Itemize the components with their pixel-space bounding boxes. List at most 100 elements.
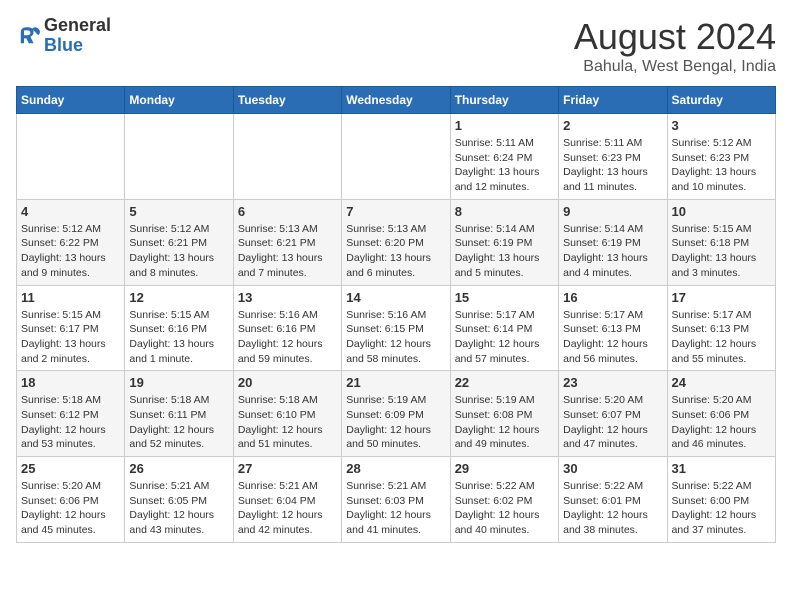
day-info: Sunrise: 5:17 AM Sunset: 6:13 PM Dayligh… xyxy=(672,308,771,367)
day-number: 12 xyxy=(129,290,228,305)
title-block: August 2024 Bahula, West Bengal, India xyxy=(574,16,776,76)
day-of-week-header: Wednesday xyxy=(342,87,450,114)
day-info: Sunrise: 5:11 AM Sunset: 6:23 PM Dayligh… xyxy=(563,136,662,195)
logo-icon xyxy=(16,24,40,48)
day-info: Sunrise: 5:20 AM Sunset: 6:07 PM Dayligh… xyxy=(563,393,662,452)
calendar-day-cell: 22 Sunrise: 5:19 AM Sunset: 6:08 PM Dayli… xyxy=(450,371,558,457)
day-info: Sunrise: 5:19 AM Sunset: 6:09 PM Dayligh… xyxy=(346,393,445,452)
day-number: 2 xyxy=(563,118,662,133)
day-info: Sunrise: 5:12 AM Sunset: 6:21 PM Dayligh… xyxy=(129,222,228,281)
day-number: 29 xyxy=(455,461,554,476)
calendar-day-cell: 26 Sunrise: 5:21 AM Sunset: 6:05 PM Dayli… xyxy=(125,457,233,543)
calendar-header-row: SundayMondayTuesdayWednesdayThursdayFrid… xyxy=(17,87,776,114)
calendar-day-cell: 25 Sunrise: 5:20 AM Sunset: 6:06 PM Dayli… xyxy=(17,457,125,543)
day-of-week-header: Friday xyxy=(559,87,667,114)
day-number: 28 xyxy=(346,461,445,476)
calendar-day-cell: 2 Sunrise: 5:11 AM Sunset: 6:23 PM Daylig… xyxy=(559,114,667,200)
day-number: 23 xyxy=(563,375,662,390)
day-number: 4 xyxy=(21,204,120,219)
calendar-day-cell: 12 Sunrise: 5:15 AM Sunset: 6:16 PM Dayli… xyxy=(125,285,233,371)
calendar-day-cell: 28 Sunrise: 5:21 AM Sunset: 6:03 PM Dayli… xyxy=(342,457,450,543)
page-header: General Blue August 2024 Bahula, West Be… xyxy=(16,16,776,76)
calendar-day-cell: 16 Sunrise: 5:17 AM Sunset: 6:13 PM Dayli… xyxy=(559,285,667,371)
day-info: Sunrise: 5:19 AM Sunset: 6:08 PM Dayligh… xyxy=(455,393,554,452)
calendar-week-row: 1 Sunrise: 5:11 AM Sunset: 6:24 PM Daylig… xyxy=(17,114,776,200)
day-number: 1 xyxy=(455,118,554,133)
day-number: 22 xyxy=(455,375,554,390)
day-info: Sunrise: 5:15 AM Sunset: 6:17 PM Dayligh… xyxy=(21,308,120,367)
day-info: Sunrise: 5:20 AM Sunset: 6:06 PM Dayligh… xyxy=(672,393,771,452)
day-info: Sunrise: 5:22 AM Sunset: 6:02 PM Dayligh… xyxy=(455,479,554,538)
calendar-day-cell xyxy=(125,114,233,200)
day-of-week-header: Saturday xyxy=(667,87,775,114)
calendar-day-cell: 1 Sunrise: 5:11 AM Sunset: 6:24 PM Daylig… xyxy=(450,114,558,200)
day-of-week-header: Sunday xyxy=(17,87,125,114)
day-info: Sunrise: 5:14 AM Sunset: 6:19 PM Dayligh… xyxy=(455,222,554,281)
month-title: August 2024 xyxy=(574,16,776,58)
day-number: 21 xyxy=(346,375,445,390)
location-subtitle: Bahula, West Bengal, India xyxy=(574,58,776,76)
calendar-day-cell: 18 Sunrise: 5:18 AM Sunset: 6:12 PM Dayli… xyxy=(17,371,125,457)
calendar-day-cell: 4Sunrise: 5:12 AM Sunset: 6:22 PM Daylig… xyxy=(17,199,125,285)
calendar-day-cell xyxy=(233,114,341,200)
day-info: Sunrise: 5:21 AM Sunset: 6:04 PM Dayligh… xyxy=(238,479,337,538)
calendar-day-cell: 17Sunrise: 5:17 AM Sunset: 6:13 PM Dayli… xyxy=(667,285,775,371)
day-info: Sunrise: 5:17 AM Sunset: 6:14 PM Dayligh… xyxy=(455,308,554,367)
day-info: Sunrise: 5:15 AM Sunset: 6:18 PM Dayligh… xyxy=(672,222,771,281)
day-info: Sunrise: 5:18 AM Sunset: 6:11 PM Dayligh… xyxy=(129,393,228,452)
day-number: 18 xyxy=(21,375,120,390)
day-number: 16 xyxy=(563,290,662,305)
day-info: Sunrise: 5:18 AM Sunset: 6:10 PM Dayligh… xyxy=(238,393,337,452)
logo-text: General Blue xyxy=(44,16,111,56)
day-number: 10 xyxy=(672,204,771,219)
day-number: 15 xyxy=(455,290,554,305)
day-number: 25 xyxy=(21,461,120,476)
logo: General Blue xyxy=(16,16,111,56)
day-info: Sunrise: 5:21 AM Sunset: 6:05 PM Dayligh… xyxy=(129,479,228,538)
calendar-day-cell: 3Sunrise: 5:12 AM Sunset: 6:23 PM Daylig… xyxy=(667,114,775,200)
day-info: Sunrise: 5:13 AM Sunset: 6:21 PM Dayligh… xyxy=(238,222,337,281)
calendar-day-cell: 29 Sunrise: 5:22 AM Sunset: 6:02 PM Dayli… xyxy=(450,457,558,543)
calendar-day-cell: 7Sunrise: 5:13 AM Sunset: 6:20 PM Daylig… xyxy=(342,199,450,285)
day-info: Sunrise: 5:22 AM Sunset: 6:01 PM Dayligh… xyxy=(563,479,662,538)
calendar-week-row: 4Sunrise: 5:12 AM Sunset: 6:22 PM Daylig… xyxy=(17,199,776,285)
day-info: Sunrise: 5:17 AM Sunset: 6:13 PM Dayligh… xyxy=(563,308,662,367)
calendar-day-cell: 23 Sunrise: 5:20 AM Sunset: 6:07 PM Dayli… xyxy=(559,371,667,457)
day-number: 5 xyxy=(129,204,228,219)
calendar-day-cell: 19Sunrise: 5:18 AM Sunset: 6:11 PM Dayli… xyxy=(125,371,233,457)
calendar-day-cell: 20 Sunrise: 5:18 AM Sunset: 6:10 PM Dayli… xyxy=(233,371,341,457)
day-info: Sunrise: 5:20 AM Sunset: 6:06 PM Dayligh… xyxy=(21,479,120,538)
day-number: 14 xyxy=(346,290,445,305)
calendar-week-row: 11Sunrise: 5:15 AM Sunset: 6:17 PM Dayli… xyxy=(17,285,776,371)
day-number: 27 xyxy=(238,461,337,476)
calendar-week-row: 18 Sunrise: 5:18 AM Sunset: 6:12 PM Dayli… xyxy=(17,371,776,457)
calendar-table: SundayMondayTuesdayWednesdayThursdayFrid… xyxy=(16,86,776,543)
calendar-day-cell xyxy=(342,114,450,200)
day-number: 7 xyxy=(346,204,445,219)
day-info: Sunrise: 5:22 AM Sunset: 6:00 PM Dayligh… xyxy=(672,479,771,538)
day-of-week-header: Tuesday xyxy=(233,87,341,114)
day-number: 6 xyxy=(238,204,337,219)
calendar-day-cell: 21 Sunrise: 5:19 AM Sunset: 6:09 PM Dayli… xyxy=(342,371,450,457)
calendar-day-cell: 9Sunrise: 5:14 AM Sunset: 6:19 PM Daylig… xyxy=(559,199,667,285)
day-info: Sunrise: 5:12 AM Sunset: 6:23 PM Dayligh… xyxy=(672,136,771,195)
day-info: Sunrise: 5:18 AM Sunset: 6:12 PM Dayligh… xyxy=(21,393,120,452)
calendar-day-cell: 14 Sunrise: 5:16 AM Sunset: 6:15 PM Dayli… xyxy=(342,285,450,371)
day-info: Sunrise: 5:14 AM Sunset: 6:19 PM Dayligh… xyxy=(563,222,662,281)
calendar-day-cell: 27 Sunrise: 5:21 AM Sunset: 6:04 PM Dayli… xyxy=(233,457,341,543)
day-info: Sunrise: 5:11 AM Sunset: 6:24 PM Dayligh… xyxy=(455,136,554,195)
day-info: Sunrise: 5:15 AM Sunset: 6:16 PM Dayligh… xyxy=(129,308,228,367)
calendar-day-cell: 24Sunrise: 5:20 AM Sunset: 6:06 PM Dayli… xyxy=(667,371,775,457)
day-number: 30 xyxy=(563,461,662,476)
calendar-day-cell: 6 Sunrise: 5:13 AM Sunset: 6:21 PM Daylig… xyxy=(233,199,341,285)
day-info: Sunrise: 5:16 AM Sunset: 6:15 PM Dayligh… xyxy=(346,308,445,367)
day-number: 20 xyxy=(238,375,337,390)
day-number: 26 xyxy=(129,461,228,476)
day-of-week-header: Thursday xyxy=(450,87,558,114)
day-info: Sunrise: 5:21 AM Sunset: 6:03 PM Dayligh… xyxy=(346,479,445,538)
calendar-day-cell: 5 Sunrise: 5:12 AM Sunset: 6:21 PM Daylig… xyxy=(125,199,233,285)
day-of-week-header: Monday xyxy=(125,87,233,114)
calendar-day-cell: 31Sunrise: 5:22 AM Sunset: 6:00 PM Dayli… xyxy=(667,457,775,543)
calendar-day-cell xyxy=(17,114,125,200)
calendar-day-cell: 10 Sunrise: 5:15 AM Sunset: 6:18 PM Dayli… xyxy=(667,199,775,285)
